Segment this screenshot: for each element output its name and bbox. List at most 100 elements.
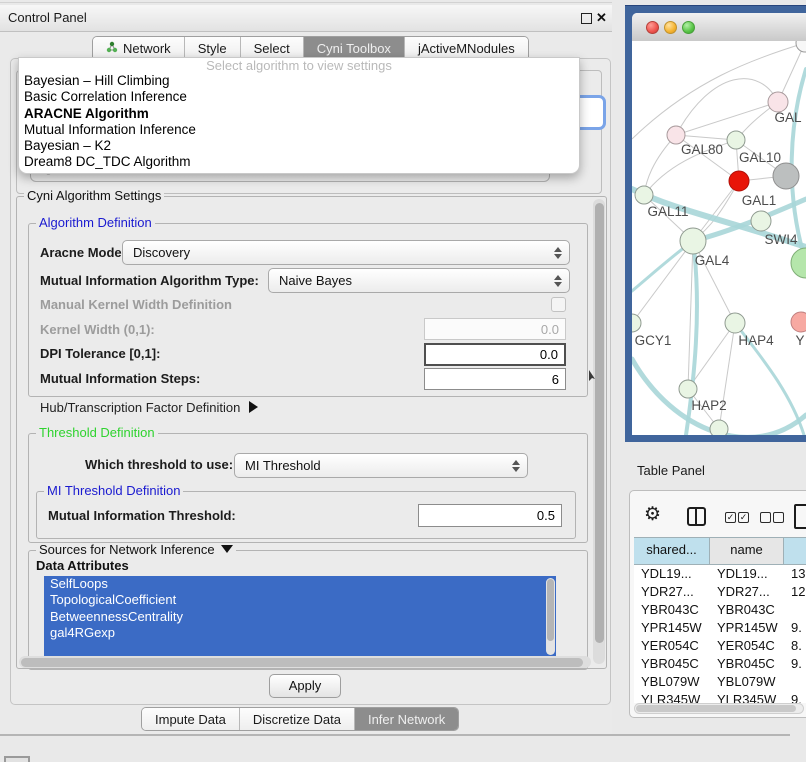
bottom-left-button[interactable] bbox=[4, 756, 30, 762]
which-threshold-select[interactable]: MI Threshold bbox=[234, 453, 528, 478]
control-panel-titlebar: Control Panel ✕ bbox=[0, 5, 612, 32]
network-node-gal10[interactable] bbox=[727, 131, 745, 149]
network-edge[interactable] bbox=[644, 135, 676, 195]
table-panel: ⚙ ✓ ✓ shared...nameA YDL19...YDL19...13Y… bbox=[629, 490, 806, 718]
tab-discretize-data[interactable]: Discretize Data bbox=[239, 708, 354, 730]
tab-select[interactable]: Select bbox=[240, 37, 303, 59]
tab-cyni-toolbox[interactable]: Cyni Toolbox bbox=[303, 37, 404, 59]
network-view-window: GALGAL80GAL10GAL1GAL11SWI4GAL4GCY1HAP4YH… bbox=[625, 5, 806, 442]
dropdown-item[interactable]: Basic Correlation Inference bbox=[19, 89, 579, 105]
table-row[interactable]: YLR345WYLR345W9. bbox=[634, 691, 806, 703]
checked-checkbox-icon[interactable]: ✓ bbox=[725, 512, 736, 523]
table-row[interactable]: YDR27...YDR27...12 bbox=[634, 583, 806, 601]
network-window-titlebar[interactable] bbox=[632, 13, 806, 42]
settings-scrollbar[interactable] bbox=[593, 199, 605, 664]
unchecked-checkbox-icon[interactable] bbox=[773, 512, 784, 523]
network-node[interactable] bbox=[710, 420, 728, 435]
dropdown-item[interactable]: Mutual Information Inference bbox=[19, 122, 579, 138]
close-icon[interactable]: ✕ bbox=[596, 9, 610, 27]
table-row[interactable]: YPR145WYPR145W9. bbox=[634, 619, 806, 637]
mi-type-value: Naive Bayes bbox=[279, 273, 352, 288]
dropdown-item[interactable]: Dream8 DC_TDC Algorithm bbox=[19, 154, 579, 170]
zoom-traffic-light-icon[interactable] bbox=[682, 21, 695, 34]
table-row[interactable]: YDL19...YDL19...13 bbox=[634, 565, 806, 583]
apply-button[interactable]: Apply bbox=[269, 674, 341, 698]
close-traffic-light-icon[interactable] bbox=[646, 21, 659, 34]
attribute-item[interactable]: gal4RGexp bbox=[44, 625, 556, 641]
table-cell: YER054C bbox=[710, 637, 784, 655]
scrollbar-thumb[interactable] bbox=[21, 658, 583, 667]
tab-label: Network bbox=[123, 38, 171, 59]
table-row[interactable]: YBR045CYBR045C9. bbox=[634, 655, 806, 673]
tab-network[interactable]: Network bbox=[93, 37, 184, 59]
data-attributes-label: Data Attributes bbox=[36, 558, 129, 573]
attribute-item[interactable]: SelfLoops bbox=[44, 576, 556, 592]
tab-impute-data[interactable]: Impute Data bbox=[142, 708, 239, 730]
network-node-hap2[interactable] bbox=[679, 380, 697, 398]
network-node-gal1[interactable] bbox=[729, 171, 749, 191]
settings-hscrollbar[interactable] bbox=[19, 656, 591, 668]
expand-right-icon bbox=[249, 401, 258, 413]
split-columns-icon[interactable] bbox=[687, 507, 706, 526]
column-header[interactable]: A bbox=[784, 538, 806, 564]
network-node[interactable] bbox=[791, 248, 806, 278]
aracne-mode-value: Discovery bbox=[133, 245, 190, 260]
sources-title: Sources for Network Inference bbox=[39, 542, 215, 557]
network-node-hap4[interactable] bbox=[725, 313, 745, 333]
network-canvas[interactable]: GALGAL80GAL10GAL1GAL11SWI4GAL4GCY1HAP4YH… bbox=[632, 41, 806, 435]
node-label: SWI4 bbox=[764, 232, 797, 247]
network-node-swi4[interactable] bbox=[751, 211, 771, 231]
table-panel-title: Table Panel bbox=[637, 460, 705, 482]
mouse-cursor bbox=[588, 370, 597, 382]
network-node-gal4[interactable] bbox=[680, 228, 706, 254]
column-header[interactable]: name bbox=[710, 538, 784, 564]
tab-label: Discretize Data bbox=[253, 709, 341, 730]
network-node-gal11[interactable] bbox=[635, 186, 653, 204]
dpi-tolerance-field[interactable] bbox=[424, 343, 566, 366]
manual-kernel-checkbox[interactable] bbox=[551, 297, 566, 312]
sources-expander[interactable]: Sources for Network Inference bbox=[36, 543, 236, 557]
mi-threshold-field[interactable] bbox=[418, 504, 562, 527]
network-edge[interactable] bbox=[719, 323, 735, 429]
network-node-gcy1[interactable] bbox=[632, 314, 641, 332]
attribute-item[interactable] bbox=[44, 641, 556, 657]
table-cell: YBR043C bbox=[634, 601, 710, 619]
table-row[interactable]: YER054CYER054C8. bbox=[634, 637, 806, 655]
kernel-width-field[interactable] bbox=[424, 318, 566, 340]
network-node-gal[interactable] bbox=[768, 92, 788, 112]
mi-steps-field[interactable] bbox=[424, 368, 566, 390]
tab-jactivemnodules[interactable]: jActiveMNodules bbox=[404, 37, 528, 59]
table-cell: YBL079W bbox=[710, 673, 784, 691]
network-node[interactable] bbox=[796, 41, 806, 52]
dropdown-item[interactable]: ARACNE Algorithm bbox=[19, 106, 579, 122]
attribute-item[interactable]: BetweennessCentrality bbox=[44, 609, 556, 625]
gear-icon[interactable]: ⚙ bbox=[644, 503, 661, 526]
minimize-traffic-light-icon[interactable] bbox=[664, 21, 677, 34]
manual-kernel-label: Manual Kernel Width Definition bbox=[40, 297, 232, 312]
scrollbar-thumb[interactable] bbox=[547, 579, 554, 641]
network-edge[interactable] bbox=[676, 102, 778, 135]
table-row[interactable]: YBL079WYBL079W bbox=[634, 673, 806, 691]
dropdown-item[interactable]: Bayesian – Hill Climbing bbox=[19, 73, 579, 89]
column-header[interactable]: shared... bbox=[634, 538, 710, 564]
checked-checkbox-icon[interactable]: ✓ bbox=[738, 512, 749, 523]
tab-infer-network[interactable]: Infer Network bbox=[354, 708, 458, 730]
table-hscrollbar[interactable] bbox=[634, 703, 804, 714]
unchecked-checkbox-icon[interactable] bbox=[760, 512, 771, 523]
dropdown-item[interactable]: Bayesian – K2 bbox=[19, 138, 579, 154]
tab-style[interactable]: Style bbox=[184, 37, 240, 59]
float-window-icon[interactable] bbox=[581, 13, 592, 24]
table-row[interactable]: YBR043CYBR043C bbox=[634, 601, 806, 619]
table-cell: YDR27... bbox=[634, 583, 710, 601]
scrollbar-thumb[interactable] bbox=[595, 203, 604, 643]
mi-type-select[interactable]: Naive Bayes bbox=[268, 268, 570, 293]
aracne-mode-select[interactable]: Discovery bbox=[122, 240, 570, 265]
network-node-y[interactable] bbox=[791, 312, 806, 332]
network-node[interactable] bbox=[773, 163, 799, 189]
attributes-scrollbar[interactable] bbox=[546, 578, 555, 655]
scrollbar-thumb[interactable] bbox=[636, 705, 796, 712]
hub-definition-expander[interactable]: Hub/Transcription Factor Definition bbox=[40, 399, 258, 417]
attribute-item[interactable]: TopologicalCoefficient bbox=[44, 592, 556, 608]
new-table-icon[interactable] bbox=[794, 504, 806, 529]
table-cell: 12 bbox=[784, 583, 806, 601]
